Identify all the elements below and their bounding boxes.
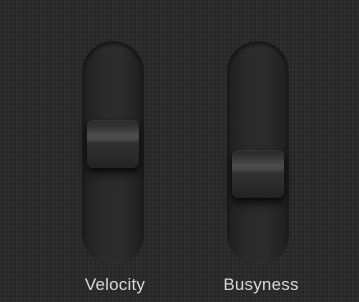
velocity-slider-thumb[interactable] (87, 120, 139, 168)
busyness-slider-thumb[interactable] (232, 150, 284, 198)
velocity-label: Velocity (84, 275, 146, 294)
busyness-slider[interactable] (226, 42, 294, 266)
velocity-slider[interactable] (81, 42, 149, 266)
drum-parameters-panel: Velocity Busyness (0, 0, 359, 302)
busyness-label: Busyness (223, 275, 299, 294)
